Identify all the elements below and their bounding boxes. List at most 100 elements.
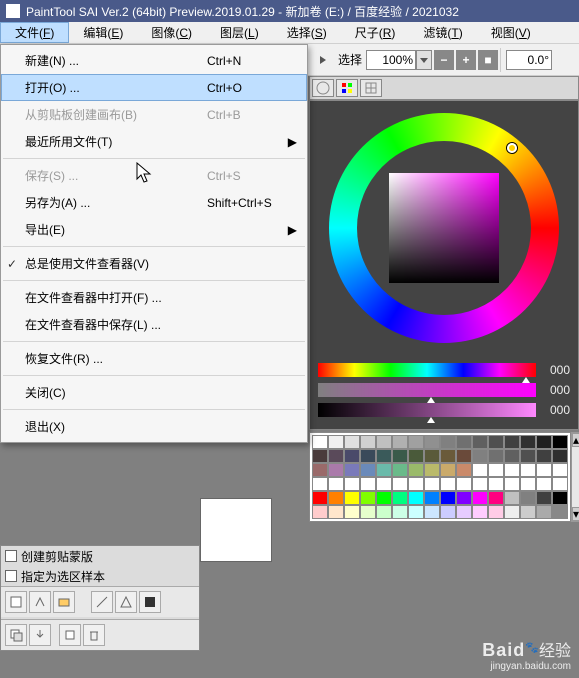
swatch[interactable] [328, 449, 344, 463]
swatch[interactable] [504, 477, 520, 491]
swatch[interactable] [536, 435, 552, 449]
swatch[interactable] [552, 477, 568, 491]
color-tab-swatch-icon[interactable] [336, 79, 358, 97]
swatch[interactable] [424, 491, 440, 505]
swatch[interactable] [472, 477, 488, 491]
swatch[interactable] [536, 449, 552, 463]
swatch[interactable] [552, 505, 568, 519]
swatch[interactable] [504, 505, 520, 519]
swatch[interactable] [440, 435, 456, 449]
menu-new[interactable]: 新建(N) ...Ctrl+N [1, 47, 307, 74]
swatch[interactable] [392, 435, 408, 449]
swatch[interactable] [376, 463, 392, 477]
swatch[interactable] [392, 463, 408, 477]
canvas-document[interactable] [200, 498, 272, 562]
menu-select[interactable]: 选择(S) [273, 22, 341, 43]
swatch[interactable] [536, 477, 552, 491]
zoom-dropdown-icon[interactable] [416, 50, 432, 70]
clip-mask-row[interactable]: 创建剪贴蒙版 [1, 546, 199, 566]
swatch[interactable] [312, 435, 328, 449]
swatch[interactable] [520, 491, 536, 505]
swatch[interactable] [344, 491, 360, 505]
menu-revert[interactable]: 恢复文件(R) ... [1, 345, 307, 372]
swatch[interactable] [360, 505, 376, 519]
swatch[interactable] [376, 491, 392, 505]
swatch[interactable] [424, 477, 440, 491]
menu-recent[interactable]: 最近所用文件(T)▶ [1, 128, 307, 155]
zoom-reset-button[interactable]: ■ [478, 50, 498, 70]
swatch[interactable] [312, 505, 328, 519]
swatch[interactable] [536, 463, 552, 477]
swatch[interactable] [456, 449, 472, 463]
swatch[interactable] [424, 505, 440, 519]
swatch[interactable] [328, 463, 344, 477]
swatch[interactable] [376, 477, 392, 491]
menu-save-in-viewer[interactable]: 在文件查看器中保存(L) ... [1, 311, 307, 338]
menu-open[interactable]: 打开(O) ...Ctrl+O [1, 74, 307, 101]
swatch[interactable] [520, 505, 536, 519]
menu-open-in-viewer[interactable]: 在文件查看器中打开(F) ... [1, 284, 307, 311]
swatch[interactable] [376, 505, 392, 519]
menu-filter[interactable]: 滤镜(T) [409, 22, 476, 43]
swatch[interactable] [376, 435, 392, 449]
swatch[interactable] [456, 435, 472, 449]
swatch[interactable] [392, 449, 408, 463]
menu-file[interactable]: 文件(F) [0, 22, 69, 43]
selection-checkbox[interactable] [5, 570, 17, 582]
selection-sample-row[interactable]: 指定为选区样本 [1, 566, 199, 586]
swatch[interactable] [456, 505, 472, 519]
clear-layer-icon[interactable] [59, 624, 81, 646]
swatch[interactable] [504, 449, 520, 463]
swatch[interactable] [408, 491, 424, 505]
swatch[interactable] [408, 463, 424, 477]
zoom-in-button[interactable]: + [456, 50, 476, 70]
swatch[interactable] [360, 449, 376, 463]
swatch[interactable] [472, 463, 488, 477]
swatch[interactable] [408, 449, 424, 463]
swatch[interactable] [520, 463, 536, 477]
swatch[interactable] [392, 477, 408, 491]
swatch[interactable] [504, 463, 520, 477]
swatch[interactable] [472, 505, 488, 519]
swatch[interactable] [360, 435, 376, 449]
menu-export[interactable]: 导出(E)▶ [1, 216, 307, 243]
swatch[interactable] [488, 477, 504, 491]
swatch[interactable] [504, 491, 520, 505]
swatch[interactable] [424, 449, 440, 463]
swatch[interactable] [344, 463, 360, 477]
swatch[interactable] [440, 477, 456, 491]
swatch[interactable] [360, 463, 376, 477]
swatch[interactable] [488, 463, 504, 477]
swatch[interactable] [440, 491, 456, 505]
swatch[interactable] [488, 449, 504, 463]
swatch[interactable] [488, 491, 504, 505]
menu-from-clipboard[interactable]: 从剪贴板创建画布(B)Ctrl+B [1, 101, 307, 128]
scroll-down-icon[interactable]: ▾ [572, 507, 579, 521]
menu-save-as[interactable]: 另存为(A) ...Shift+Ctrl+S [1, 189, 307, 216]
swatch[interactable] [328, 491, 344, 505]
delete-layer-icon[interactable] [83, 624, 105, 646]
nav-next-icon[interactable] [312, 49, 334, 71]
zoom-input[interactable]: 100% [366, 50, 416, 70]
swatch[interactable] [440, 505, 456, 519]
swatch[interactable] [408, 505, 424, 519]
shape-layer-icon[interactable] [115, 591, 137, 613]
swatch[interactable] [552, 463, 568, 477]
swatch[interactable] [344, 505, 360, 519]
swatch[interactable] [552, 491, 568, 505]
new-folder-icon[interactable] [53, 591, 75, 613]
val-slider[interactable] [318, 403, 536, 417]
swatch[interactable] [328, 505, 344, 519]
swatch[interactable] [488, 435, 504, 449]
swatch[interactable] [440, 449, 456, 463]
swatch-scrollbar[interactable]: ▴ ▾ [571, 432, 579, 522]
swatch[interactable] [376, 449, 392, 463]
swatch[interactable] [312, 463, 328, 477]
merge-down-icon[interactable] [29, 624, 51, 646]
rotation-input[interactable]: 0.0° [506, 50, 552, 70]
hue-marker[interactable] [507, 143, 517, 153]
menu-layer[interactable]: 图层(L) [206, 22, 273, 43]
new-vector-layer-icon[interactable] [29, 591, 51, 613]
swatch[interactable] [472, 435, 488, 449]
swatch[interactable] [344, 449, 360, 463]
